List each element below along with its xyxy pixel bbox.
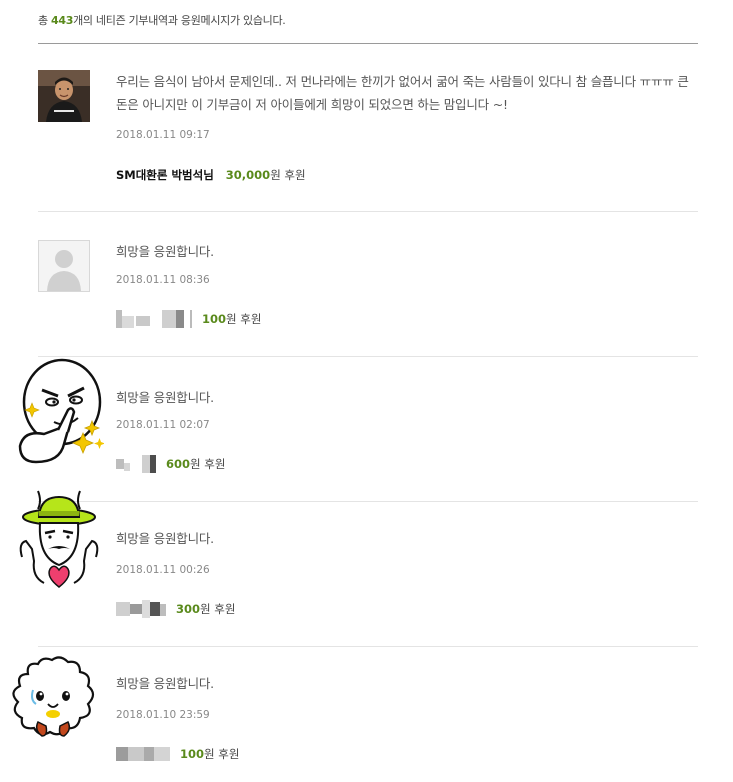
comment-message: 희망을 응원합니다.: [116, 676, 214, 691]
donor-info: 100 원 후원: [116, 745, 239, 763]
donation-amount: 100: [202, 312, 227, 326]
comment-date: 2018.01.11 08:36: [116, 274, 210, 286]
hat-man-avatar[interactable]: [14, 487, 104, 593]
comment-message: 희망을 응원합니다.: [116, 531, 214, 546]
comment-item: 희망을 응원합니다. 2018.01.10 23:59 100 원 후원: [12, 646, 698, 782]
profile-photo-avatar[interactable]: [38, 70, 90, 122]
default-user-icon: [38, 240, 90, 292]
donor-info: SM대환론 박범석님 30,000 원 후원: [116, 167, 306, 183]
donation-unit: 원 후원: [190, 457, 226, 471]
donation-amount: 30,000: [225, 168, 271, 182]
donation-unit: 원 후원: [270, 168, 306, 182]
donation-unit: 원 후원: [204, 747, 240, 761]
donor-info: 100 원 후원: [116, 310, 261, 328]
hat-man-heart-sticker-icon: [19, 490, 99, 588]
top-divider: [38, 43, 698, 44]
summary-prefix: 총: [38, 14, 52, 27]
profile-photo-icon: [38, 70, 90, 122]
moon-character-sticker-icon: [18, 358, 105, 464]
comment-item: 희망을 응원합니다. 2018.01.11 08:36 100 원 후원: [38, 240, 698, 340]
moon-character-avatar[interactable]: [14, 358, 105, 470]
blurred-donor-name: [116, 310, 194, 328]
comment-date: 2018.01.11 00:26: [116, 564, 210, 576]
donation-amount: 600: [166, 457, 191, 471]
donor-name: SM대환론 박범석님: [116, 168, 214, 182]
comment-item: 희망을 응원합니다. 2018.01.11 00:26 300 원 후원: [19, 490, 698, 641]
comment-date: 2018.01.10 23:59: [116, 709, 210, 721]
summary-count: 443: [51, 14, 74, 27]
donation-unit: 원 후원: [200, 602, 236, 616]
blurred-donor-name: [116, 600, 168, 618]
blurred-donor-name: [116, 745, 172, 763]
donation-unit: 원 후원: [226, 312, 262, 326]
donation-comment-page: 총 443개의 네티즌 기부내역과 응원메시지가 있습니다. 우리는 음식이 남…: [0, 0, 733, 782]
default-user-avatar[interactable]: [38, 240, 90, 292]
donor-info: 600 원 후원: [116, 455, 225, 473]
comment-message: 우리는 음식이 남아서 문제인데.. 저 먼나라에는 한끼가 없어서 굶어 죽는…: [116, 74, 689, 112]
comment-date: 2018.01.11 02:07: [116, 419, 210, 431]
comment-message: 희망을 응원합니다.: [116, 244, 214, 259]
comment-message: 희망을 응원합니다.: [116, 390, 214, 405]
summary-text: 총 443개의 네티즌 기부내역과 응원메시지가 있습니다.: [38, 12, 286, 28]
comment-item: 우리는 음식이 남아서 문제인데.. 저 먼나라에는 한끼가 없어서 굶어 죽는…: [38, 70, 698, 200]
donation-amount: 100: [180, 747, 205, 761]
donor-info: 300 원 후원: [116, 600, 235, 618]
summary-suffix: 개의 네티즌 기부내역과 응원메시지가 있습니다.: [73, 14, 286, 27]
sheep-character-avatar[interactable]: [8, 656, 102, 744]
comment-divider: [38, 211, 698, 212]
blurred-donor-name: [116, 455, 158, 473]
fluffy-sheep-sticker-icon: [12, 656, 95, 737]
comment-date: 2018.01.11 09:17: [116, 129, 210, 141]
comment-item: 희망을 응원합니다. 2018.01.11 02:07 600 원 후원: [18, 356, 698, 496]
donation-amount: 300: [176, 602, 201, 616]
